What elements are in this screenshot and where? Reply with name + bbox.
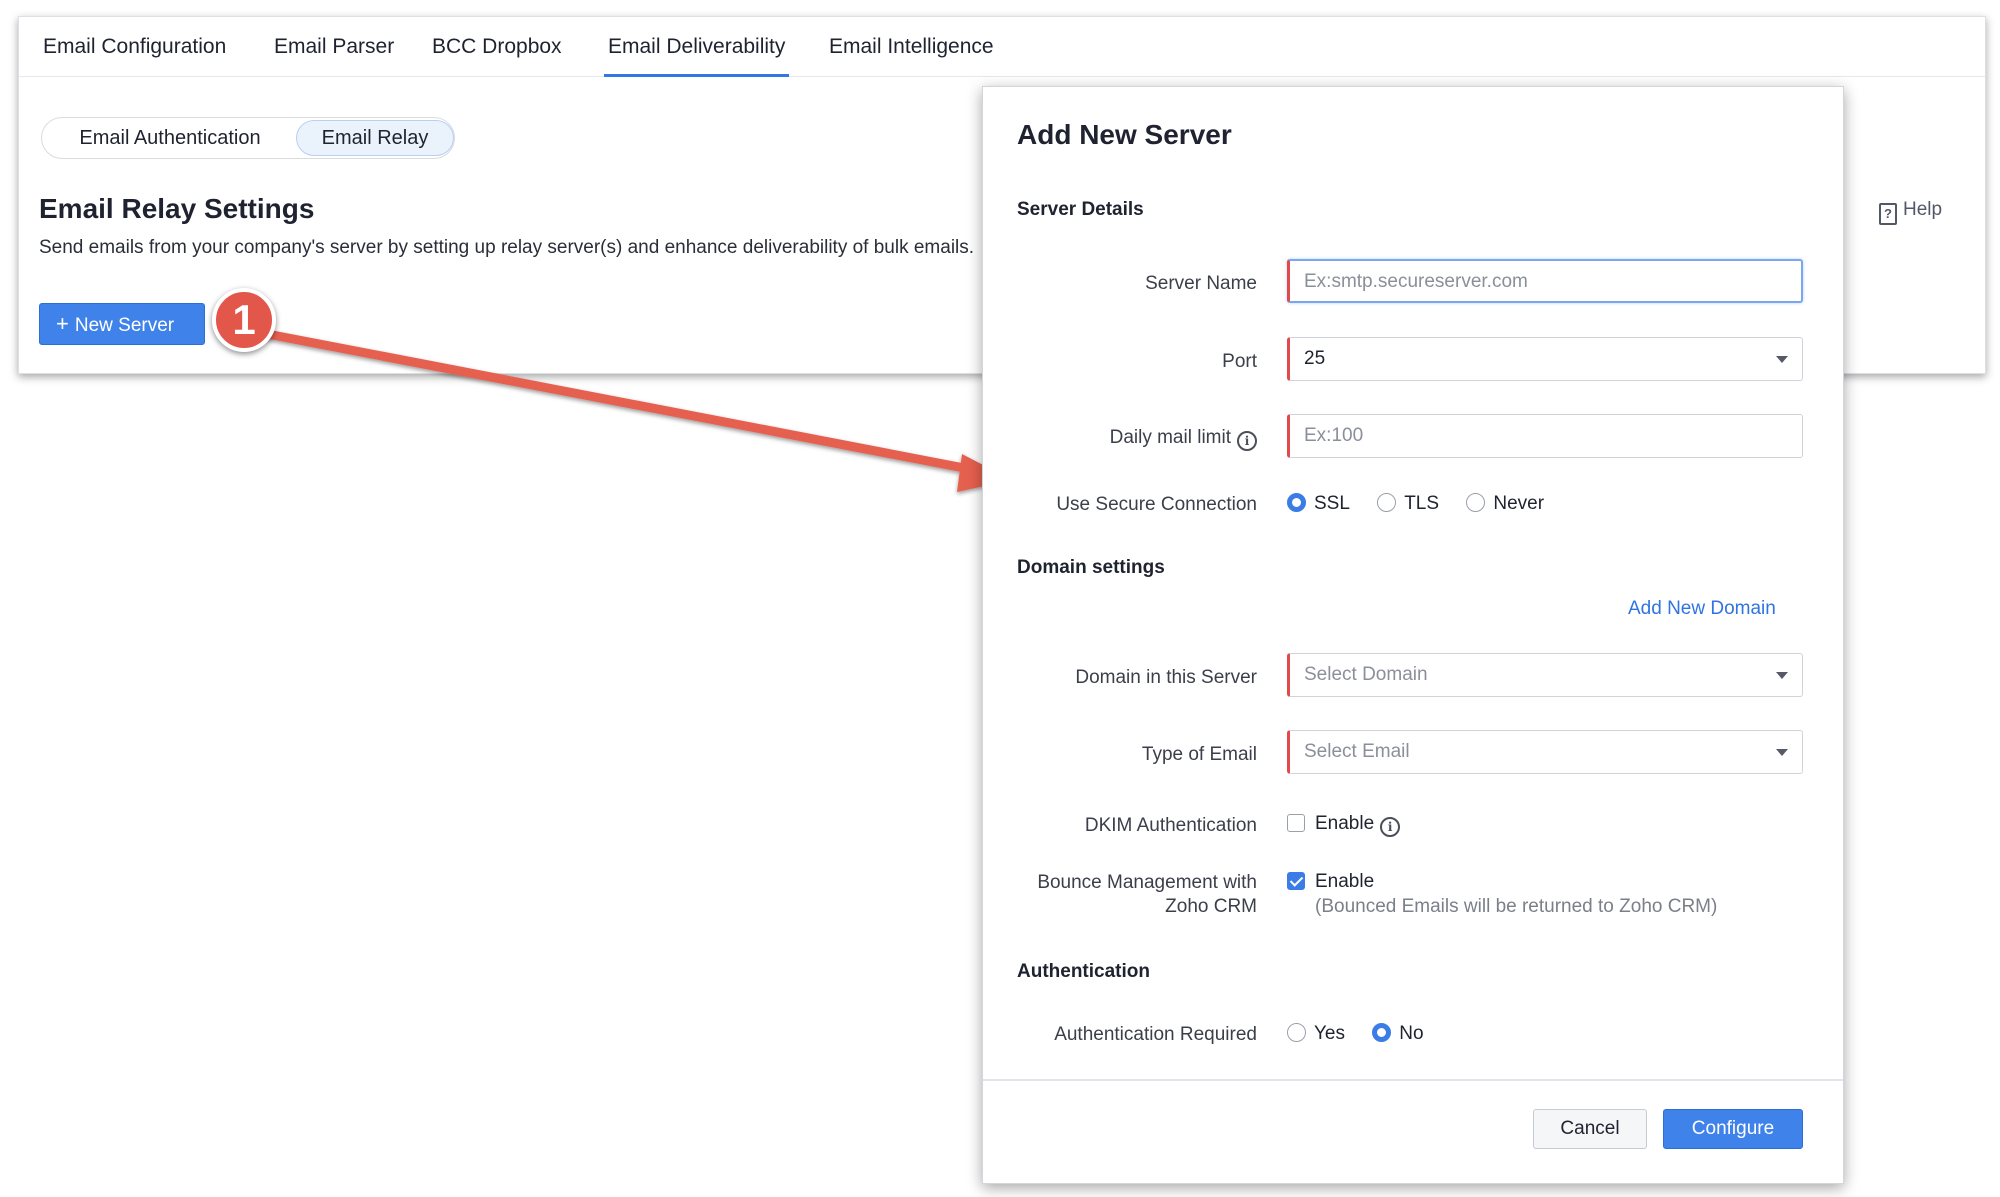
tab-email-deliverability[interactable]: Email Deliverability xyxy=(604,17,790,77)
radio-tls-label: TLS xyxy=(1404,493,1440,514)
bounce-label-line1: Bounce Management with xyxy=(1037,872,1257,893)
chevron-down-icon xyxy=(1776,749,1788,756)
segment-email-authentication[interactable]: Email Authentication xyxy=(52,118,288,158)
bounce-note: (Bounced Emails will be returned to Zoho… xyxy=(1315,896,1718,917)
info-icon[interactable]: i xyxy=(1237,431,1257,451)
radio-no[interactable]: No xyxy=(1372,1023,1424,1045)
page-title: Email Relay Settings xyxy=(39,193,315,224)
cancel-button[interactable]: Cancel xyxy=(1533,1109,1647,1149)
configure-button[interactable]: Configure xyxy=(1663,1109,1803,1149)
help-label: Help xyxy=(1903,199,1943,220)
email-type-select[interactable]: Select Email xyxy=(1287,730,1803,774)
add-server-dialog: Add New Server Server Details Server Nam… xyxy=(982,86,1844,1184)
new-server-label: New Server xyxy=(74,315,175,336)
email-type-placeholder: Select Email xyxy=(1304,741,1410,762)
dialog-title: Add New Server xyxy=(1017,119,1232,150)
auth-required-options: Yes No xyxy=(1287,1023,1446,1045)
bounce-enable-checkbox[interactable]: Enable xyxy=(1287,871,1374,893)
radio-checked-icon xyxy=(1287,493,1306,512)
step-number-badge: 1 xyxy=(212,288,276,352)
section-authentication: Authentication xyxy=(1017,961,1150,982)
chevron-down-icon xyxy=(1776,672,1788,679)
radio-no-label: No xyxy=(1399,1023,1424,1044)
secure-connection-options: SSL TLS Never xyxy=(1287,493,1566,515)
dkim-label: DKIM Authentication xyxy=(1084,815,1257,836)
server-name-input[interactable]: Ex:smtp.secureserver.com xyxy=(1287,259,1803,303)
tab-email-intelligence[interactable]: Email Intelligence xyxy=(829,17,994,77)
section-server-details: Server Details xyxy=(1017,199,1144,220)
tab-email-parser[interactable]: Email Parser xyxy=(274,17,394,77)
radio-yes[interactable]: Yes xyxy=(1287,1023,1345,1045)
domain-placeholder: Select Domain xyxy=(1304,664,1428,685)
email-type-label: Type of Email xyxy=(1141,744,1257,765)
port-label: Port xyxy=(1222,351,1257,372)
section-domain-settings: Domain settings xyxy=(1017,557,1165,578)
chevron-down-icon xyxy=(1776,356,1788,363)
dkim-enable-checkbox[interactable]: Enable i xyxy=(1287,813,1401,837)
plus-icon: + xyxy=(56,311,69,336)
checkbox-checked-icon xyxy=(1287,872,1305,890)
daily-limit-label: Daily mail limit i xyxy=(1110,427,1257,451)
radio-never[interactable]: Never xyxy=(1466,493,1544,515)
radio-unchecked-icon xyxy=(1287,1023,1306,1042)
radio-ssl-label: SSL xyxy=(1314,493,1350,514)
info-icon[interactable]: i xyxy=(1380,817,1401,837)
domain-select[interactable]: Select Domain xyxy=(1287,653,1803,697)
dkim-enable-label: Enable xyxy=(1315,813,1375,834)
radio-tls[interactable]: TLS xyxy=(1377,493,1439,515)
tab-bcc-dropbox[interactable]: BCC Dropbox xyxy=(432,17,562,77)
port-value: 25 xyxy=(1304,348,1326,369)
radio-never-label: Never xyxy=(1493,493,1545,514)
radio-ssl[interactable]: SSL xyxy=(1287,493,1350,515)
radio-unchecked-icon xyxy=(1377,493,1397,512)
auth-required-label: Authentication Required xyxy=(1054,1024,1257,1045)
segment-email-relay[interactable]: Email Relay xyxy=(296,120,454,156)
checkbox-unchecked-icon xyxy=(1287,814,1305,832)
radio-checked-icon xyxy=(1372,1023,1392,1042)
deliverability-segment: Email Authentication Email Relay xyxy=(41,117,455,159)
port-select[interactable]: 25 xyxy=(1287,337,1803,381)
radio-yes-label: Yes xyxy=(1314,1023,1345,1044)
new-server-button[interactable]: + New Server xyxy=(39,303,205,345)
bounce-label-line2: Zoho CRM xyxy=(1165,896,1257,917)
server-name-label: Server Name xyxy=(1145,273,1257,294)
tab-email-configuration[interactable]: Email Configuration xyxy=(43,17,226,77)
dialog-footer-divider xyxy=(983,1079,1843,1081)
add-new-domain-link[interactable]: Add New Domain xyxy=(1628,598,1776,620)
daily-limit-input[interactable]: Ex:100 xyxy=(1287,414,1803,458)
radio-unchecked-icon xyxy=(1466,493,1486,512)
bounce-label: Bounce Management with Zoho CRM xyxy=(1037,871,1257,919)
bounce-enable-label: Enable xyxy=(1315,871,1375,892)
help-icon: ? xyxy=(1879,203,1897,225)
daily-limit-label-text: Daily mail limit xyxy=(1109,427,1231,448)
domain-label: Domain in this Server xyxy=(1075,667,1257,688)
top-tab-bar: Email Configuration Email Parser BCC Dro… xyxy=(19,17,1985,77)
page-description: Send emails from your company's server b… xyxy=(39,237,975,258)
secure-connection-label: Use Secure Connection xyxy=(1056,494,1257,515)
help-link[interactable]: ? Help xyxy=(1879,199,1942,225)
